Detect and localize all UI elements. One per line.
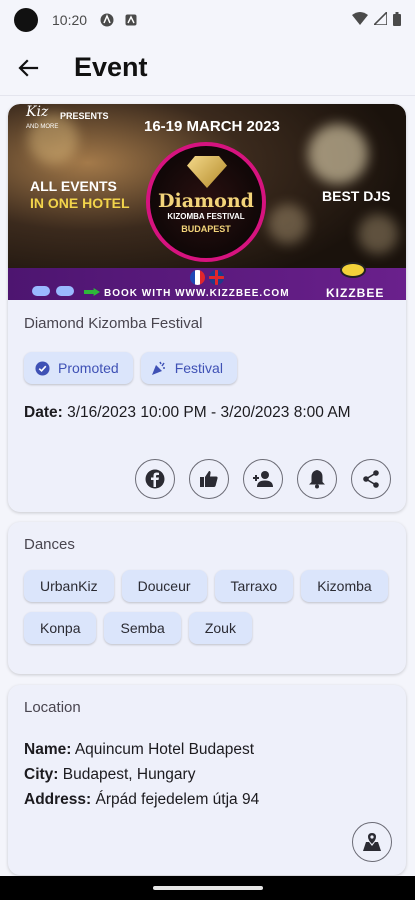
event-date: Date: 3/16/2023 10:00 PM - 3/20/2023 8:0… <box>24 403 384 423</box>
banner-presents: PRESENTS <box>60 111 109 121</box>
location-address-row: Address: Árpád fejedelem útja 94 <box>24 787 259 812</box>
signal-icon <box>372 10 388 28</box>
banner-best-djs: BEST DJS <box>322 188 391 204</box>
banner-all-events-line2: IN ONE HOTEL <box>30 195 130 211</box>
event-card: Kiz PRESENTS AND MORE 16-19 MARCH 2023 D… <box>8 104 406 512</box>
location-address-value: Árpád fejedelem útja 94 <box>91 791 260 808</box>
battery-icon <box>393 11 401 29</box>
location-name-row: Name: Aquincum Hotel Budapest <box>24 737 259 762</box>
share-icon <box>363 470 379 488</box>
app-bar: Event <box>0 40 415 96</box>
banner-badges <box>32 286 74 296</box>
location-city-label: City: <box>24 766 59 783</box>
bell-icon <box>309 470 325 489</box>
follow-button[interactable] <box>243 459 283 499</box>
verified-badge-icon <box>34 360 50 376</box>
status-right <box>352 10 401 29</box>
facebook-icon <box>145 469 165 489</box>
thumb-up-icon <box>200 471 218 487</box>
facebook-button[interactable] <box>135 459 175 499</box>
location-card: Location Name: Aquincum Hotel Budapest C… <box>8 685 406 875</box>
dance-chip[interactable]: Tarraxo <box>214 570 294 602</box>
a-square-icon <box>123 12 139 28</box>
dance-chip[interactable]: Semba <box>104 612 181 644</box>
arrow-left-icon <box>18 58 39 77</box>
diamond-icon <box>187 156 227 188</box>
status-bar: 10:20 <box>0 0 415 40</box>
festival-chip-label: Festival <box>174 360 223 376</box>
location-city-value: Budapest, Hungary <box>58 766 196 783</box>
banner-all-events: ALL EVENTS IN ONE HOTEL <box>30 178 130 212</box>
wifi-icon <box>352 11 368 29</box>
dance-chip[interactable]: Zouk <box>188 612 252 644</box>
android-icon <box>99 12 115 28</box>
camera-cutout <box>14 8 38 32</box>
system-nav-bar <box>0 876 415 900</box>
map-icon <box>363 833 381 851</box>
festival-chip[interactable]: Festival <box>140 352 237 384</box>
location-city-row: City: Budapest, Hungary <box>24 762 259 787</box>
dance-chip[interactable]: Konpa <box>24 612 97 644</box>
event-date-label: Date: <box>24 404 63 421</box>
banner-city-text: BUDAPEST <box>181 224 231 234</box>
event-tags: Promoted Festival <box>24 352 237 384</box>
arrow-right-icon <box>84 288 100 296</box>
event-actions <box>135 459 391 499</box>
banner-festival-emblem: Diamond KIZOMBA FESTIVAL BUDAPEST <box>146 142 266 262</box>
party-popper-icon <box>151 360 167 376</box>
event-date-value: 3/16/2023 10:00 PM - 3/20/2023 8:00 AM <box>62 404 351 421</box>
uk-flag-icon <box>209 270 224 285</box>
banner-logo: Kiz <box>26 104 49 120</box>
back-button[interactable] <box>14 54 42 82</box>
promoted-chip[interactable]: Promoted <box>24 352 133 384</box>
dance-chip[interactable]: Kizomba <box>301 570 388 602</box>
event-name: Diamond Kizomba Festival <box>24 315 203 332</box>
location-name-value: Aquincum Hotel Budapest <box>71 741 255 758</box>
banner-all-events-line1: ALL EVENTS <box>30 178 117 194</box>
banner-brand: KIZZBEE <box>326 286 385 300</box>
notify-button[interactable] <box>297 459 337 499</box>
dances-card: Dances UrbanKiz Douceur Tarraxo Kizomba … <box>8 522 406 674</box>
dance-chip[interactable]: UrbanKiz <box>24 570 114 602</box>
banner-diamond-text: Diamond <box>158 190 254 212</box>
dance-chip-list: UrbanKiz Douceur Tarraxo Kizomba Konpa S… <box>24 570 394 644</box>
home-handle[interactable] <box>153 886 263 890</box>
location-heading: Location <box>24 699 81 716</box>
person-add-icon <box>253 471 273 487</box>
status-time: 10:20 <box>52 12 88 28</box>
like-button[interactable] <box>189 459 229 499</box>
promoted-chip-label: Promoted <box>58 360 119 376</box>
dances-heading: Dances <box>24 536 75 553</box>
event-banner-image[interactable]: Kiz PRESENTS AND MORE 16-19 MARCH 2023 D… <box>8 104 406 300</box>
location-details: Name: Aquincum Hotel Budapest City: Buda… <box>24 737 259 812</box>
banner-festival-text: KIZOMBA FESTIVAL <box>167 212 245 221</box>
banner-strip: BOOK WITH WWW.KIZZBEE.COM KIZZBEE <box>8 262 406 300</box>
dance-chip[interactable]: Douceur <box>121 570 207 602</box>
share-button[interactable] <box>351 459 391 499</box>
location-address-label: Address: <box>24 791 92 808</box>
banner-book-text: BOOK WITH WWW.KIZZBEE.COM <box>104 288 290 299</box>
banner-logo-sub: AND MORE <box>26 124 59 130</box>
page-title: Event <box>74 52 148 82</box>
french-flag-icon <box>190 270 205 285</box>
bee-icon <box>340 262 366 278</box>
location-name-label: Name: <box>24 741 72 758</box>
open-map-button[interactable] <box>352 822 392 862</box>
banner-date: 16-19 MARCH 2023 <box>144 118 280 135</box>
